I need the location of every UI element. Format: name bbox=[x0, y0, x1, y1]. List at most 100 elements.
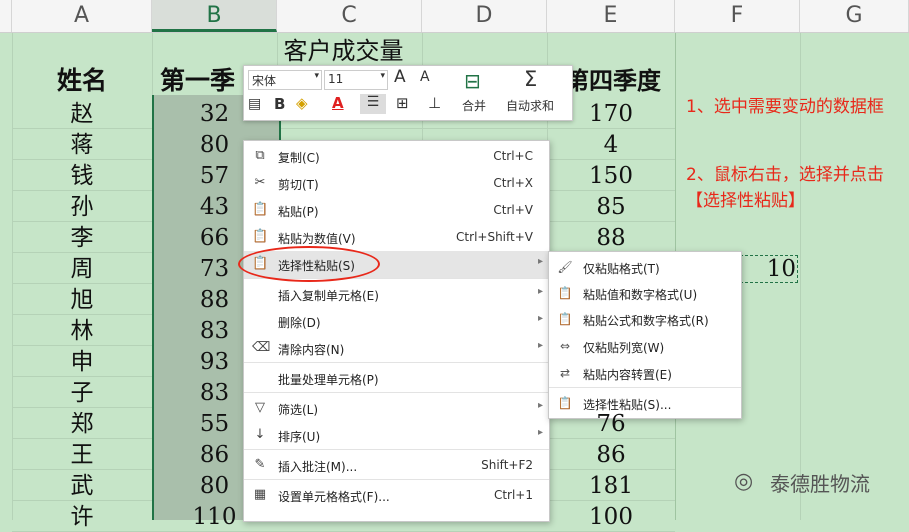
column-header-c[interactable]: C bbox=[277, 0, 422, 32]
cell-name[interactable]: 郑 bbox=[12, 409, 152, 439]
table-title: 客户成交量 bbox=[283, 37, 404, 65]
cell-q1[interactable]: 83 bbox=[152, 378, 277, 408]
merge-icon[interactable]: ⊟ bbox=[464, 69, 481, 93]
menu-separator bbox=[244, 479, 549, 480]
menu-item-label: 复制(C) bbox=[278, 151, 320, 165]
cell-name[interactable]: 李 bbox=[12, 223, 152, 253]
column-header-bar: A B C D E F G bbox=[0, 0, 909, 33]
fill-color-icon[interactable]: ◈ bbox=[296, 94, 308, 112]
merge-button[interactable]: 合并 bbox=[462, 97, 486, 114]
cell-name[interactable]: 旭 bbox=[12, 285, 152, 315]
column-header-d[interactable]: D bbox=[422, 0, 547, 32]
menu-item[interactable]: 插入复制单元格(E) ▸ bbox=[244, 281, 549, 308]
cell-q1[interactable]: 32 bbox=[152, 99, 277, 129]
cell-q1[interactable]: 57 bbox=[152, 161, 277, 191]
cell-q1[interactable]: 88 bbox=[152, 285, 277, 315]
cell-q4[interactable]: 76 bbox=[547, 409, 675, 439]
chevron-down-icon: ▾ bbox=[380, 71, 385, 81]
menu-item[interactable]: ▽ 筛选(L) ▸ bbox=[244, 395, 549, 422]
cell-q1[interactable]: 80 bbox=[152, 130, 277, 160]
font-select[interactable]: 宋体 ▾ bbox=[248, 70, 322, 90]
menu-item[interactable]: ✎ 插入批注(M)... Shift+F2 bbox=[244, 452, 549, 479]
select-all-corner[interactable] bbox=[0, 0, 12, 32]
mini-toolbar: 宋体 ▾ 11 ▾ A A ▤ B ◈ A ☰ ⊞ ⊥ ⊟ 合并 Σ 自动求和 bbox=[243, 65, 573, 121]
cell-name[interactable]: 许 bbox=[12, 502, 152, 532]
cell-name[interactable]: 林 bbox=[12, 316, 152, 346]
column-header-f[interactable]: F bbox=[675, 0, 800, 32]
font-size-select[interactable]: 11 ▾ bbox=[324, 70, 388, 90]
chevron-right-icon: ▸ bbox=[537, 286, 543, 297]
cell-q4[interactable]: 85 bbox=[547, 192, 675, 222]
chevron-right-icon: ▸ bbox=[537, 427, 543, 438]
cell-q4[interactable] bbox=[547, 254, 675, 284]
cell-name[interactable]: 钱 bbox=[12, 161, 152, 191]
shrink-font-button[interactable]: A bbox=[420, 69, 430, 85]
menu-item-label: 筛选(L) bbox=[278, 403, 319, 417]
cell-q4[interactable] bbox=[547, 347, 675, 377]
menu-item[interactable]: 批量处理单元格(P) bbox=[244, 365, 549, 392]
font-value: 宋体 bbox=[252, 74, 277, 88]
cell-q4[interactable] bbox=[547, 316, 675, 346]
grow-font-button[interactable]: A bbox=[394, 67, 406, 87]
align-center-button[interactable]: ☰ bbox=[360, 94, 386, 114]
cell-name[interactable]: 子 bbox=[12, 378, 152, 408]
chevron-right-icon: ▸ bbox=[537, 400, 543, 411]
wechat-icon: ◎ bbox=[734, 469, 754, 494]
cell-name[interactable]: 王 bbox=[12, 440, 152, 470]
menu-item[interactable]: 📋 粘贴(P) Ctrl+V bbox=[244, 197, 549, 224]
menu-item-label: 设置单元格格式(F)... bbox=[278, 490, 390, 504]
cell-q4[interactable]: 181 bbox=[547, 471, 675, 501]
cell-q1[interactable]: 66 bbox=[152, 223, 277, 253]
menu-item[interactable]: ↓ 排序(U) ▸ bbox=[244, 422, 549, 449]
column-header-g[interactable]: G bbox=[800, 0, 909, 32]
cell-name[interactable]: 赵 bbox=[12, 99, 152, 129]
menu-item[interactable]: ⧉ 复制(C) Ctrl+C bbox=[244, 143, 549, 170]
menu-item-label: 插入复制单元格(E) bbox=[278, 289, 379, 303]
cell-q1[interactable]: 43 bbox=[152, 192, 277, 222]
menu-item[interactable]: 删除(D) ▸ bbox=[244, 308, 549, 335]
cell-name[interactable]: 周 bbox=[12, 254, 152, 284]
cell-q4[interactable]: 150 bbox=[547, 161, 675, 191]
column-header-a[interactable]: A bbox=[12, 0, 152, 32]
cell-q4[interactable]: 88 bbox=[547, 223, 675, 253]
cell-q1[interactable]: 80 bbox=[152, 471, 277, 501]
menu-item-shortcut: Ctrl+C bbox=[493, 149, 533, 163]
sum-icon[interactable]: Σ bbox=[524, 67, 537, 91]
copied-cell-value: 10 bbox=[766, 256, 796, 282]
menu-item[interactable]: ▦ 设置单元格格式(F)... Ctrl+1 bbox=[244, 482, 549, 509]
menu-item-label: 插入批注(M)... bbox=[278, 460, 358, 474]
cell-name[interactable]: 蒋 bbox=[12, 130, 152, 160]
wrap-icon[interactable]: ⊥ bbox=[428, 94, 441, 112]
borders-icon[interactable]: ⊞ bbox=[396, 94, 409, 112]
cell-q1[interactable]: 93 bbox=[152, 347, 277, 377]
menu-separator bbox=[244, 449, 549, 450]
context-menu: ⧉ 复制(C) Ctrl+C ✂ 剪切(T) Ctrl+X 📋 粘贴(P) Ctrl+V 📋 粘贴为… bbox=[243, 140, 550, 522]
watermark-text: 泰德胜物流 bbox=[770, 472, 870, 496]
menu-item-shortcut: Ctrl+1 bbox=[493, 488, 533, 502]
cell-q1[interactable]: 83 bbox=[152, 316, 277, 346]
font-color-icon[interactable]: A bbox=[332, 94, 344, 112]
menu-item-shortcut: Ctrl+X bbox=[493, 176, 533, 190]
cell-q4[interactable] bbox=[547, 378, 675, 408]
cell-q4[interactable]: 86 bbox=[547, 440, 675, 470]
annotation-step1: 1、选中需要变动的数据框 bbox=[686, 97, 884, 117]
cell-name[interactable]: 武 bbox=[12, 471, 152, 501]
column-header-e[interactable]: E bbox=[547, 0, 675, 32]
menu-item[interactable]: ✂ 剪切(T) Ctrl+X bbox=[244, 170, 549, 197]
cell-q4[interactable] bbox=[547, 285, 675, 315]
menu-item[interactable]: ⌫ 清除内容(N) ▸ bbox=[244, 335, 549, 362]
menu-item-shortcut: Ctrl+V bbox=[493, 203, 533, 217]
cell-q4[interactable]: 4 bbox=[547, 130, 675, 160]
cell-q4[interactable]: 100 bbox=[547, 502, 675, 532]
cell-name[interactable]: 申 bbox=[12, 347, 152, 377]
cell-q1[interactable]: 55 bbox=[152, 409, 277, 439]
cell-q4[interactable]: 170 bbox=[547, 99, 675, 129]
column-header-b[interactable]: B bbox=[152, 0, 277, 32]
cell-q1[interactable]: 86 bbox=[152, 440, 277, 470]
cell-q1[interactable]: 73 bbox=[152, 254, 277, 284]
cell-q1[interactable]: 110 bbox=[152, 502, 277, 532]
menu-item-shortcut: Ctrl+Shift+V bbox=[456, 230, 533, 244]
menu-item-label: 剪切(T) bbox=[278, 178, 319, 192]
cell-name[interactable]: 孙 bbox=[12, 192, 152, 222]
menu-item-label: 排序(U) bbox=[278, 430, 321, 444]
